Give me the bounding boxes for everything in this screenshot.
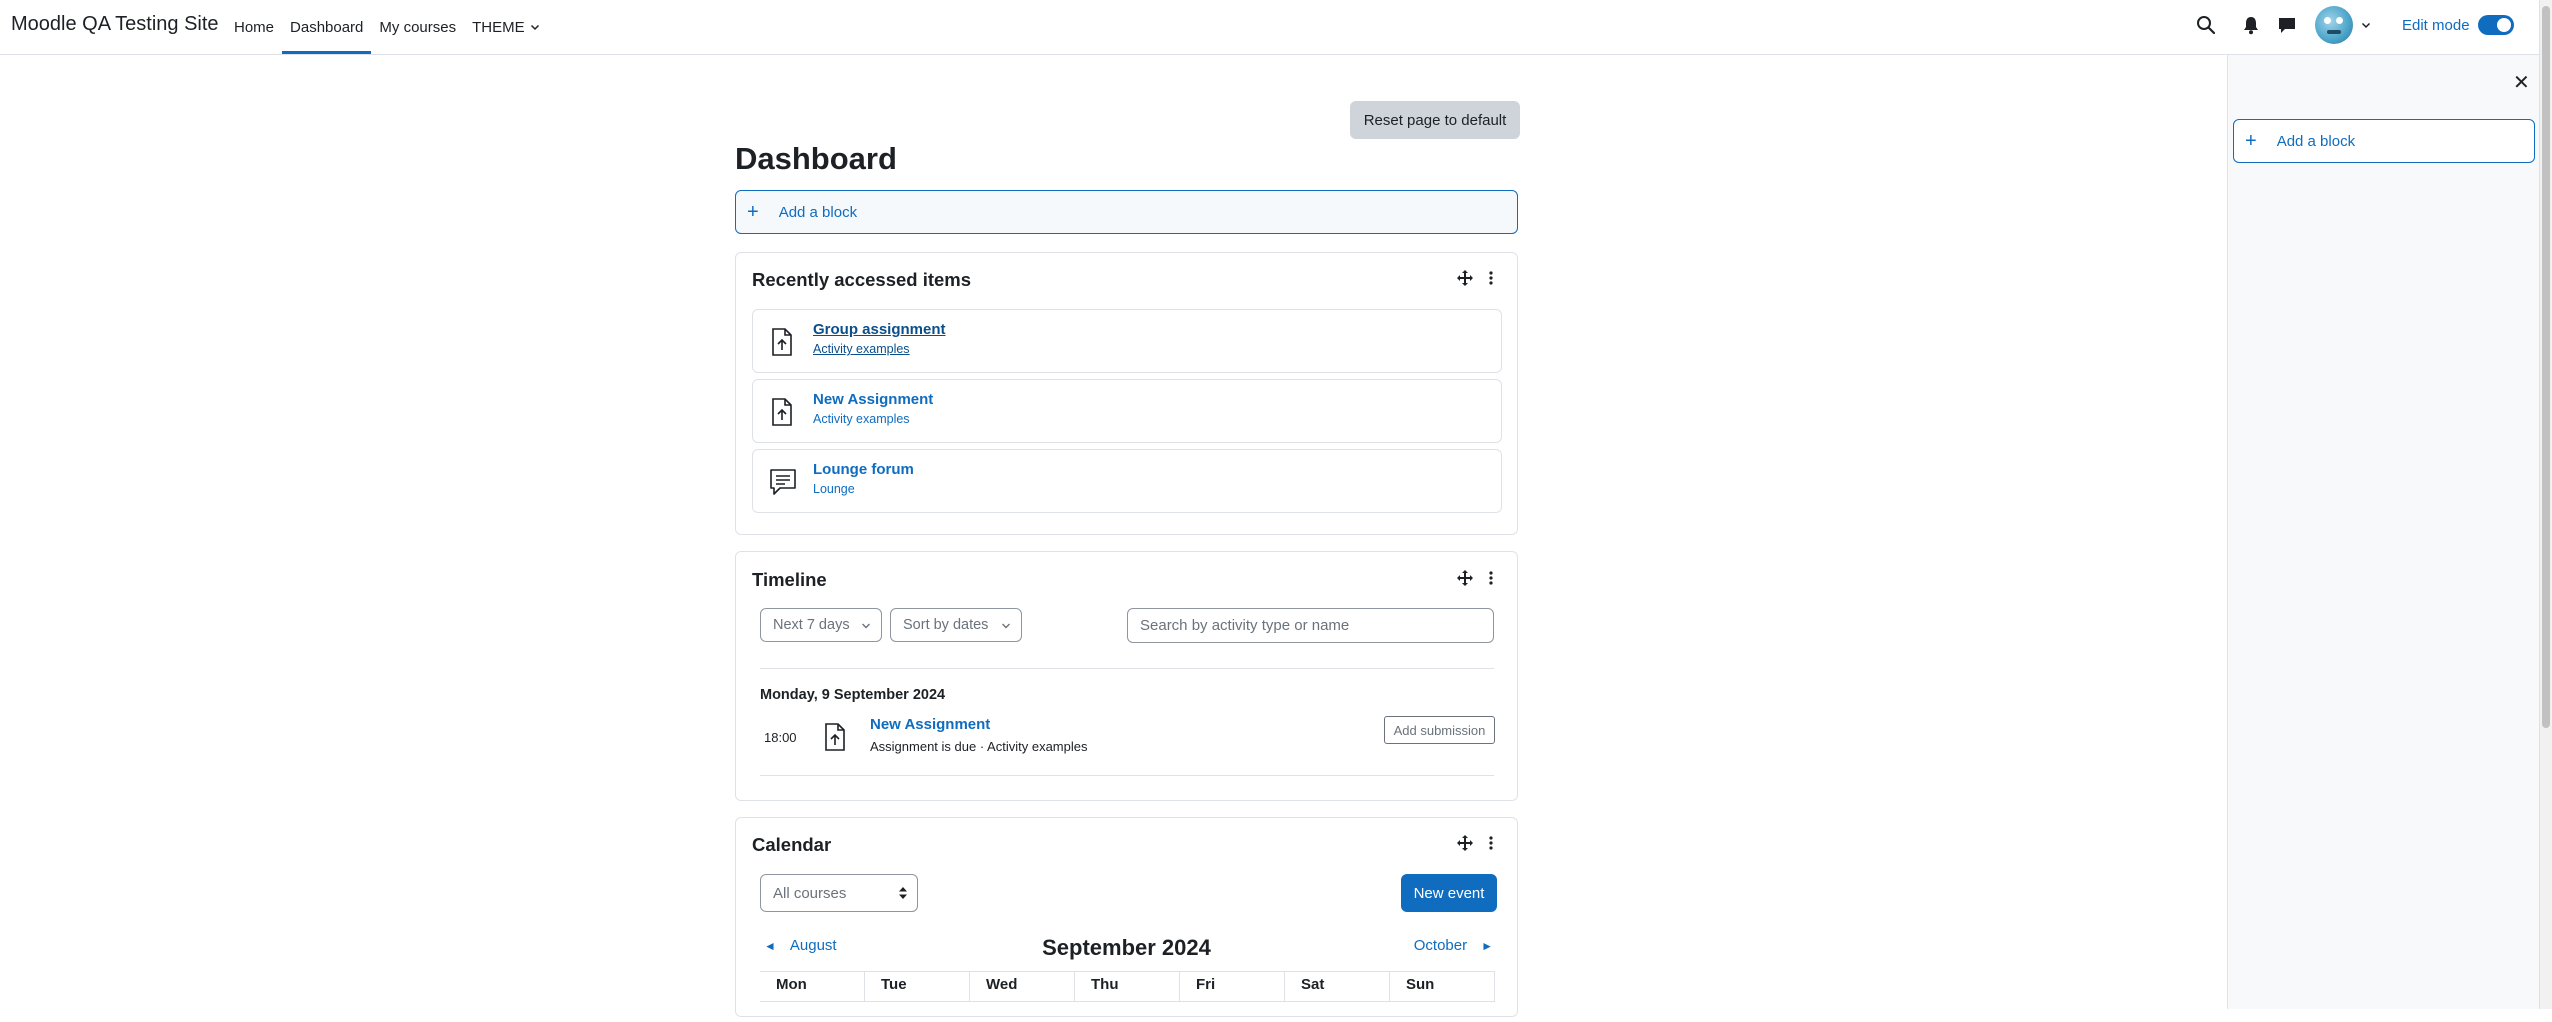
recent-item-name[interactable]: Lounge forum bbox=[813, 461, 914, 478]
edit-mode-control: Edit mode bbox=[2402, 15, 2514, 35]
chevron-down-icon bbox=[1001, 621, 1011, 631]
new-event-button[interactable]: New event bbox=[1401, 874, 1497, 912]
block-controls bbox=[1457, 835, 1499, 851]
timeline-event-name[interactable]: New Assignment bbox=[870, 716, 990, 733]
calendar-grid: Mon Tue Wed Thu Fri Sat Sun bbox=[760, 971, 1495, 1022]
block-title: Calendar bbox=[752, 834, 832, 855]
calendar-block: Calendar All courses New event ◄ August S… bbox=[735, 817, 1518, 1017]
nav-dashboard[interactable]: Dashboard bbox=[282, 0, 372, 54]
nav-theme[interactable]: THEME bbox=[464, 0, 548, 54]
block-controls bbox=[1457, 570, 1499, 586]
assignment-icon bbox=[822, 723, 848, 751]
timeline-event-time: 18:00 bbox=[764, 730, 797, 745]
block-title: Timeline bbox=[752, 569, 827, 590]
timeline-block: Timeline Next 7 days Sort by dates Monda… bbox=[735, 551, 1518, 801]
toggle-knob bbox=[2496, 18, 2511, 32]
primary-navigation: Home Dashboard My courses THEME bbox=[226, 0, 548, 54]
reset-page-button[interactable]: Reset page to default bbox=[1350, 101, 1520, 139]
close-icon[interactable]: ✕ bbox=[2513, 73, 2530, 93]
edit-mode-label: Edit mode bbox=[2402, 16, 2470, 34]
weekday-header: Tue bbox=[864, 972, 969, 1002]
nav-home[interactable]: Home bbox=[226, 0, 282, 54]
user-menu[interactable] bbox=[2315, 6, 2371, 44]
timeline-search-input[interactable] bbox=[1127, 608, 1494, 643]
course-filter-select[interactable]: All courses bbox=[760, 874, 918, 912]
triangle-right-icon: ► bbox=[1481, 939, 1493, 953]
top-navbar: Moodle QA Testing Site Home Dashboard My… bbox=[0, 0, 2540, 55]
block-title: Recently accessed items bbox=[752, 269, 972, 290]
timeline-date-heading: Monday, 9 September 2024 bbox=[760, 687, 946, 703]
recent-item[interactable]: New Assignment Activity examples bbox=[752, 379, 1502, 443]
next-month-label: October bbox=[1413, 937, 1468, 954]
recently-accessed-block: Recently accessed items Group assignment… bbox=[735, 252, 1518, 535]
move-icon[interactable] bbox=[1457, 570, 1473, 586]
add-block-button[interactable]: + Add a block bbox=[735, 190, 1518, 234]
recent-item-course[interactable]: Activity examples bbox=[813, 412, 910, 426]
move-icon[interactable] bbox=[1457, 270, 1473, 286]
site-name[interactable]: Moodle QA Testing Site bbox=[11, 13, 219, 36]
timeline-sort-label: Sort by dates bbox=[903, 617, 989, 633]
nav-my-courses[interactable]: My courses bbox=[371, 0, 464, 54]
weekday-header: Wed bbox=[969, 972, 1074, 1002]
plus-icon: + bbox=[747, 201, 759, 223]
drawer-add-block-button[interactable]: + Add a block bbox=[2233, 119, 2535, 163]
weekday-header: Sun bbox=[1389, 972, 1495, 1002]
recent-item-name[interactable]: New Assignment bbox=[813, 391, 933, 408]
edit-mode-toggle[interactable] bbox=[2477, 15, 2514, 35]
recent-item-course[interactable]: Lounge bbox=[813, 482, 855, 496]
divider bbox=[760, 775, 1494, 776]
assignment-icon bbox=[769, 398, 795, 426]
assignment-icon bbox=[769, 328, 795, 356]
messages-icon[interactable] bbox=[2277, 15, 2297, 35]
add-submission-button[interactable]: Add submission bbox=[1384, 716, 1495, 744]
chevron-down-icon bbox=[2361, 20, 2371, 30]
nav-theme-label: THEME bbox=[472, 18, 525, 36]
recent-item-course[interactable]: Activity examples bbox=[813, 342, 910, 356]
block-drawer: ✕ + Add a block bbox=[2227, 55, 2540, 1009]
divider bbox=[760, 668, 1494, 669]
notifications-bell-icon[interactable] bbox=[2242, 15, 2260, 35]
chevron-down-icon bbox=[530, 22, 540, 32]
page-title: Dashboard bbox=[735, 141, 897, 176]
add-block-label: Add a block bbox=[2276, 132, 2356, 150]
timeline-filter-dropdown[interactable]: Next 7 days bbox=[760, 608, 882, 642]
timeline-sort-dropdown[interactable]: Sort by dates bbox=[890, 608, 1022, 642]
recent-item-name[interactable]: Group assignment bbox=[813, 321, 946, 338]
weekday-header: Thu bbox=[1074, 972, 1179, 1002]
add-block-label: Add a block bbox=[778, 203, 858, 221]
weekday-header: Fri bbox=[1179, 972, 1284, 1002]
forum-icon bbox=[769, 468, 797, 496]
current-month-heading: September 2024 bbox=[1042, 935, 1211, 960]
page-scrollbar[interactable] bbox=[2539, 0, 2552, 1009]
plus-icon: + bbox=[2245, 130, 2257, 152]
scrollbar-thumb[interactable] bbox=[2542, 6, 2550, 728]
chevron-down-icon bbox=[861, 621, 871, 631]
actions-menu-icon[interactable] bbox=[1483, 835, 1499, 851]
recent-item[interactable]: Group assignment Activity examples bbox=[752, 309, 1502, 373]
course-filter-label: All courses bbox=[773, 884, 847, 902]
move-icon[interactable] bbox=[1457, 835, 1473, 851]
weekday-header: Mon bbox=[760, 972, 864, 1002]
timeline-event-description: Assignment is due · Activity examples bbox=[870, 739, 1088, 754]
actions-menu-icon[interactable] bbox=[1483, 270, 1499, 286]
actions-menu-icon[interactable] bbox=[1483, 570, 1499, 586]
avatar bbox=[2315, 6, 2353, 44]
next-month-link[interactable]: October ► bbox=[1414, 937, 1493, 954]
timeline-filter-label: Next 7 days bbox=[773, 617, 850, 633]
block-controls bbox=[1457, 270, 1499, 286]
search-icon[interactable] bbox=[2196, 15, 2216, 35]
recent-item[interactable]: Lounge forum Lounge bbox=[752, 449, 1502, 513]
select-arrows-icon bbox=[899, 887, 907, 899]
weekday-header: Sat bbox=[1284, 972, 1389, 1002]
